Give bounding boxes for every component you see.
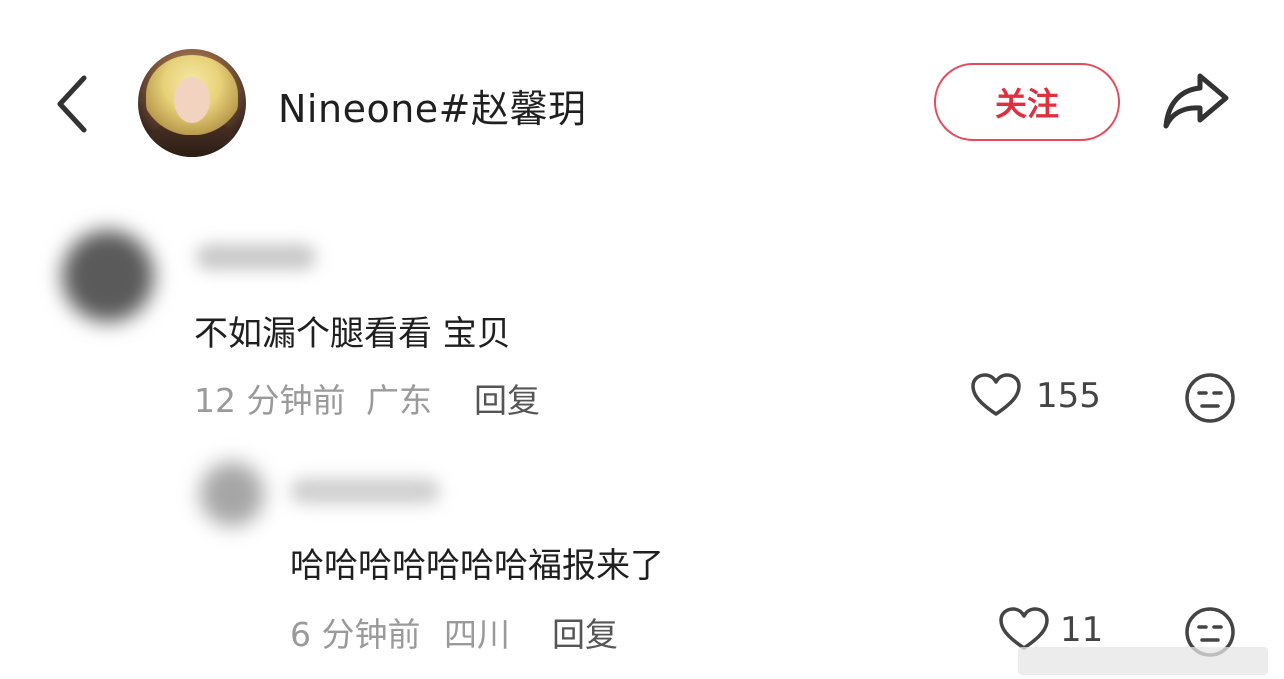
face-icon	[1185, 373, 1235, 423]
reply-commenter-avatar[interactable]	[200, 462, 264, 526]
reply-button[interactable]: 回复	[474, 374, 540, 422]
back-button[interactable]	[52, 72, 96, 136]
chevron-left-icon	[57, 75, 87, 133]
share-button[interactable]	[1160, 70, 1232, 132]
reply-reply-button[interactable]: 回复	[552, 608, 618, 656]
watermark-overlay	[1018, 647, 1268, 675]
like-button[interactable]	[970, 372, 1022, 422]
emoji-reaction-button[interactable]	[1184, 372, 1236, 428]
author-name[interactable]: Nineone#赵馨玥	[278, 78, 587, 133]
author-avatar[interactable]	[138, 49, 246, 157]
comment-time: 12 分钟前	[194, 381, 346, 420]
reply-like-count: 11	[1060, 610, 1104, 650]
comment-text: 不如漏个腿看看 宝贝	[194, 314, 511, 354]
share-arrow-icon	[1163, 73, 1229, 129]
follow-button[interactable]: 关注	[934, 63, 1120, 141]
reply-location: 四川	[444, 615, 510, 654]
reply-time: 6 分钟前	[290, 615, 421, 654]
heart-outline-icon	[999, 607, 1049, 650]
reply-commenter-name-blurred[interactable]	[290, 478, 440, 504]
comment-location: 广东	[366, 381, 432, 420]
heart-outline-icon	[971, 373, 1021, 416]
commenter-name-blurred[interactable]	[196, 244, 316, 270]
commenter-avatar[interactable]	[62, 230, 154, 322]
like-count: 155	[1036, 376, 1101, 416]
reply-text: 哈哈哈哈哈哈哈福报来了	[290, 546, 664, 586]
